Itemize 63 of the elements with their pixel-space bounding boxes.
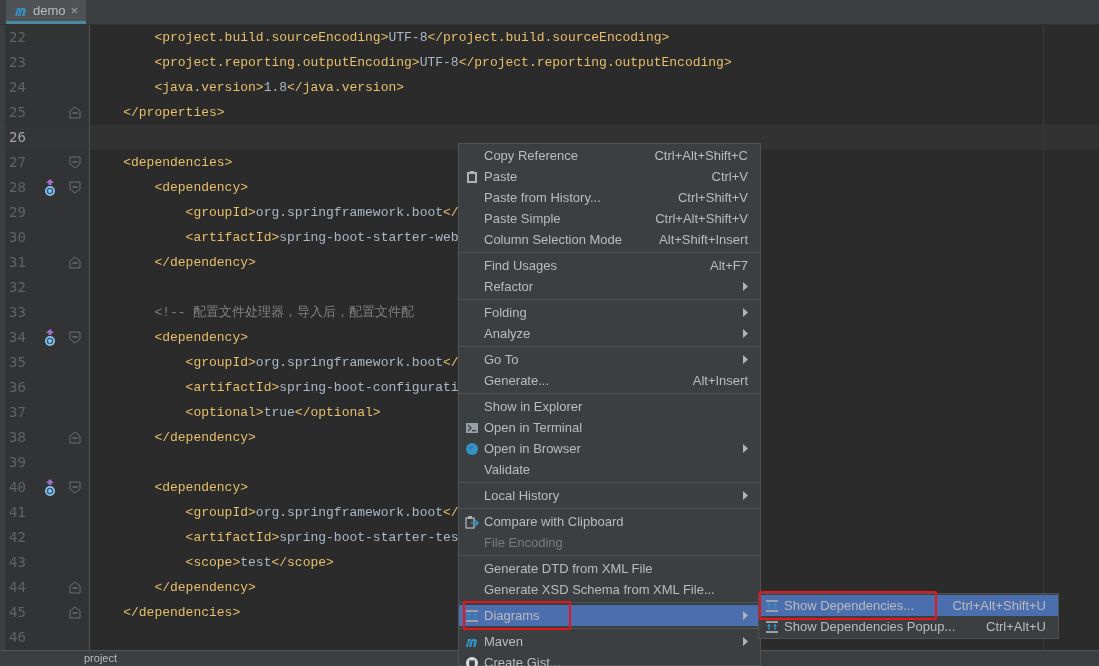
diagram-icon: [764, 619, 779, 634]
menu-item[interactable]: Create Gist...: [459, 652, 760, 666]
code-line: </dependency>: [153, 253, 256, 272]
fold-icon: [69, 606, 81, 619]
fold-icon: [69, 181, 81, 194]
menu-item[interactable]: Open in Terminal: [459, 417, 760, 438]
globe-icon: [464, 441, 479, 456]
breadcrumb[interactable]: project: [84, 653, 118, 664]
code-line: <groupId>org.springframework.boot</: [184, 353, 459, 372]
menu-item[interactable]: Generate DTD from XML File: [459, 558, 760, 579]
menu-item[interactable]: Compare with Clipboard: [459, 511, 760, 532]
code-line: </properties>: [122, 103, 225, 122]
menu-item[interactable]: Analyze: [459, 323, 760, 344]
menu-item[interactable]: Show in Explorer: [459, 396, 760, 417]
menu-item[interactable]: Local History: [459, 485, 760, 506]
fold-icon: [69, 331, 81, 344]
fold-icon: [69, 481, 81, 494]
menu-item[interactable]: Maven: [459, 631, 760, 652]
code-line: <artifactId>spring-boot-starter-web: [184, 228, 459, 247]
menu-item[interactable]: Find Usages Alt+F7: [459, 255, 760, 276]
code-line: <project.reporting.outputEncoding>UTF-8</project.reporting.outputEncoding>: [153, 53, 732, 72]
diagram-icon: [764, 598, 779, 613]
close-icon[interactable]: ×: [70, 0, 79, 21]
editor-tab[interactable]: demo ×: [6, 0, 87, 24]
menu-item[interactable]: Refactor: [459, 276, 760, 297]
menu-item[interactable]: Go To: [459, 349, 760, 370]
menu-item[interactable]: Folding: [459, 302, 760, 323]
code-line: <dependency>: [153, 478, 249, 497]
code-line: <scope>test</scope>: [184, 553, 334, 572]
code-line: <project.build.sourceEncoding>UTF-8</project.build.sourceEncoding>: [153, 28, 670, 47]
line-number: 26: [8, 128, 27, 147]
menu-item[interactable]: Column Selection Mode Alt+Shift+Insert: [459, 229, 760, 250]
code-line: <java.version>1.8</java.version>: [153, 78, 405, 97]
code-line: <groupId>org.springframework.boot</: [184, 203, 459, 222]
code-line: </dependency>: [153, 578, 256, 597]
fold-icon: [69, 106, 81, 119]
fold-icon: [69, 581, 81, 594]
code-line: <groupId>org.springframework.boot</: [184, 503, 459, 522]
diagram-icon: [464, 608, 479, 623]
menu-item[interactable]: Paste Simple Ctrl+Alt+Shift+V: [459, 208, 760, 229]
code-line: <dependency>: [153, 328, 249, 347]
clipboard-icon: [464, 169, 479, 184]
menu-item[interactable]: Validate: [459, 459, 760, 480]
terminal-icon: [464, 420, 479, 435]
code-line: </dependencies>: [122, 603, 241, 622]
menu-item[interactable]: Show Dependencies Popup... Ctrl+Alt+U: [759, 616, 1058, 637]
code-line: </dependency>: [153, 428, 256, 447]
fold-icon: [69, 256, 81, 269]
fold-icon: [69, 156, 81, 169]
code-line: <optional>true</optional>: [184, 403, 381, 422]
compare-icon: [464, 514, 479, 529]
code-line: <!-- 配置文件处理器，导入后，配置文件配: [153, 303, 415, 322]
code-line: <artifactId>spring-boot-configurati: [184, 378, 459, 397]
menu-item[interactable]: Generate XSD Schema from XML File...: [459, 579, 760, 600]
menu-item[interactable]: Generate... Alt+Insert: [459, 370, 760, 391]
fold-icon: [69, 431, 81, 444]
code-line: <dependencies>: [122, 153, 233, 172]
code-line: <dependency>: [153, 178, 249, 197]
menu-item[interactable]: Copy Reference Ctrl+Alt+Shift+C: [459, 145, 760, 166]
menu-item[interactable]: Paste from History... Ctrl+Shift+V: [459, 187, 760, 208]
code-line: <artifactId>spring-boot-starter-tes: [184, 528, 459, 547]
menu-item[interactable]: Paste Ctrl+V: [459, 166, 760, 187]
menu-item[interactable]: Open in Browser: [459, 438, 760, 459]
